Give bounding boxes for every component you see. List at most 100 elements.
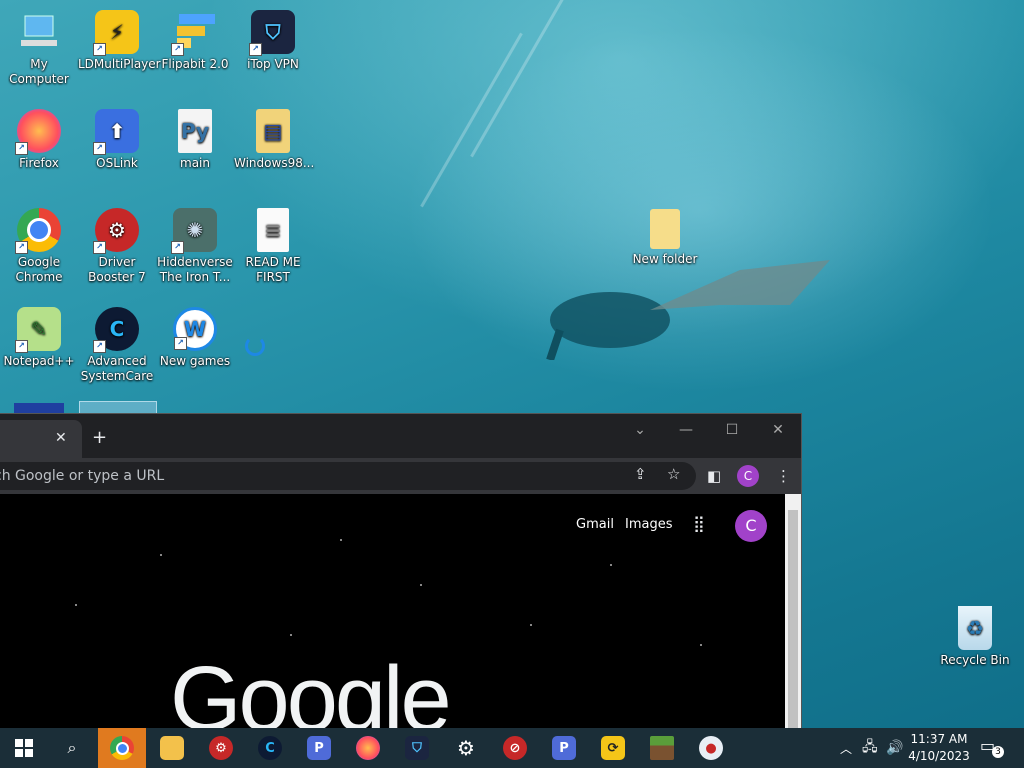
scrollbar-thumb[interactable] [788,510,798,729]
clock-date: 4/10/2023 [908,749,970,763]
driver-booster-icon: ⚙ [209,736,233,760]
star-dot [610,564,612,566]
apps-grid-icon[interactable]: ⣿ [693,514,705,533]
computer-icon [17,10,61,54]
address-bar-placeholder: ch Google or type a URL [0,468,165,484]
taskbar-chrome[interactable] [98,728,146,768]
taskbar-advanced-systemcare[interactable]: C [246,728,294,768]
notepadpp-icon: ✎ ↗ [15,307,61,353]
tab-search-icon[interactable]: ⌄ [630,422,650,438]
desktop-icon-windows98[interactable]: ▤ Windows98... [234,105,314,171]
desktop-icon-driver-booster[interactable]: ⚙ ↗ Driver Booster 7 [78,204,156,285]
address-bar[interactable]: ch Google or type a URL [0,462,696,490]
desktop-icon-hiddenverse[interactable]: ✺ ↗ Hiddenverse The Iron T... [156,204,234,285]
chrome-window: ✕ + ⌄ — ☐ ✕ ch Google or type a URL ⇪ ☆ … [0,413,802,729]
minimize-button[interactable]: — [676,422,696,438]
taskbar-driver-booster[interactable]: ⚙ [197,728,245,768]
volume-icon[interactable]: 🔊 [886,728,903,768]
busy-cursor-icon [245,336,265,356]
chrome-icon: ↗ [15,208,61,254]
start-button[interactable] [0,728,48,768]
icon-label: Firefox [19,156,59,170]
desktop-icon-google-chrome[interactable]: ↗ Google Chrome [0,204,78,285]
icon-label: iTop VPN [247,57,299,71]
share-icon[interactable]: ⇪ [634,465,647,483]
icon-label: LDMultiPlayer [78,57,161,71]
gmail-link[interactable]: Gmail [576,517,614,532]
light-ray [470,0,573,158]
taskbar: ⌕ ⚙ C P ⛉ ⚙ ⊘ P ⟳ ● ︿ 🖧 🔊 11:37 AM 4/10/… [0,728,1024,768]
taskbar-file-explorer[interactable] [148,728,196,768]
desktop-icon-new-folder[interactable]: New folder [626,205,704,267]
taskbar-p-app[interactable]: P [295,728,343,768]
notification-count-badge: 3 [992,746,1004,758]
icon-label: My Computer [9,57,69,86]
desktop-icon-firefox[interactable]: ↗ Firefox [0,105,78,171]
images-link[interactable]: Images [625,517,673,532]
advanced-systemcare-icon: C ↗ [93,307,139,353]
hiddenverse-icon: ✺ ↗ [171,208,217,254]
desktop-icon-my-computer[interactable]: My Computer [0,6,78,87]
settings-icon: ⚙ [457,736,475,760]
taskbar-settings[interactable]: ⚙ [442,728,490,768]
show-hidden-icons-chevron-icon[interactable]: ︿ [840,728,852,768]
icon-label: READ ME FIRST [245,255,301,284]
search-button[interactable]: ⌕ [48,728,96,768]
taskbar-no-ads[interactable]: ⊘ [491,728,539,768]
notification-center-button[interactable]: ▭ 3 [980,736,1004,758]
star-dot [420,584,422,586]
scrollbar[interactable] [785,494,801,729]
text-file-icon: ≡ [257,208,289,252]
start-icon [15,739,33,757]
close-window-button[interactable]: ✕ [768,422,788,438]
folder-icon [650,209,680,249]
maximize-button[interactable]: ☐ [722,422,742,438]
taskbar-p-app-2[interactable]: P [540,728,588,768]
firefox-icon: ↗ [15,109,61,155]
flipabit-icon: ↗ [171,10,217,56]
desktop-icon-advanced-systemcare[interactable]: C ↗ Advanced SystemCare [78,303,156,384]
desktop-icon-notepadpp[interactable]: ✎ ↗ Notepad++ [0,303,78,369]
side-panel-icon[interactable]: ◧ [707,467,721,485]
avatar-initial: C [743,469,753,483]
desktop-icon-main[interactable]: Py main [156,105,234,171]
taskbar-minecraft[interactable] [638,728,686,768]
tab-new-tab[interactable]: ✕ [0,420,82,458]
taskbar-game[interactable]: ● [687,728,735,768]
taskbar-ld-player[interactable]: ⟳ [589,728,637,768]
itop-vpn-icon: ⛉ ↗ [249,10,295,56]
desktop-icon-oslink[interactable]: ⬆ ↗ OSLink [78,105,156,171]
icon-label: Advanced SystemCare [80,354,154,383]
account-avatar[interactable]: C [735,510,767,542]
tab-strip: ✕ + ⌄ — ☐ ✕ [0,414,801,458]
system-clock[interactable]: 11:37 AM 4/10/2023 [905,731,973,765]
no-ads-icon: ⊘ [503,736,527,760]
taskbar-firefox[interactable] [344,728,392,768]
close-tab-icon[interactable]: ✕ [55,430,67,446]
file-explorer-icon [160,736,184,760]
desktop-icon-itop-vpn[interactable]: ⛉ ↗ iTop VPN [234,6,312,72]
desktop-icon-flipabit[interactable]: ↗ Flipabit 2.0 [156,6,234,72]
desktop-icon-read-me-first[interactable]: ≡ READ ME FIRST [234,204,312,285]
p-app-2-icon: P [552,736,576,760]
partial-desktop-icon [14,403,64,413]
desktop-icon-recycle-bin[interactable]: ♻ Recycle Bin [936,602,1014,668]
desktop-icon-ldmultiplayer[interactable]: ⚡ ↗ LDMultiPlayer [78,6,161,72]
driver-booster-icon: ⚙ ↗ [93,208,139,254]
ld-player-icon: ⟳ [601,736,625,760]
itop-vpn-icon: ⛉ [405,736,429,760]
desktop-icon-new-games[interactable]: W ↗ New games [156,303,234,369]
icon-label: Google Chrome [15,255,63,284]
google-logo: Google [170,648,452,729]
bookmark-star-icon[interactable]: ☆ [667,465,680,483]
ldmultiplayer-icon: ⚡ ↗ [93,10,139,56]
profile-avatar[interactable]: C [737,465,759,487]
network-icon[interactable]: 🖧 [862,728,878,768]
new-tab-button[interactable]: + [92,427,107,448]
star-dot [340,539,342,541]
menu-kebab-icon[interactable]: ⋮ [776,467,791,485]
oslink-icon: ⬆ ↗ [93,109,139,155]
icon-label: OSLink [96,156,138,170]
icon-label: Hiddenverse The Iron T... [157,255,233,284]
taskbar-itop-vpn[interactable]: ⛉ [393,728,441,768]
